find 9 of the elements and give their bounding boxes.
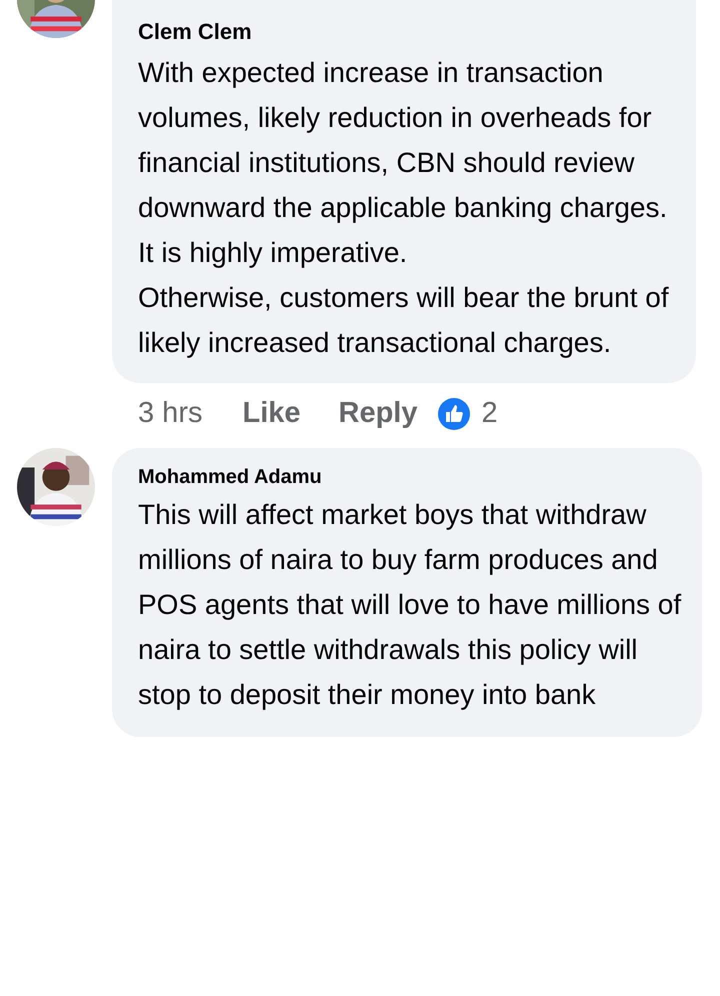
comment-text: This will affect market boys that withdraw millions of naira to buy farm produces and POS agents that will love to have millions of naira to settle withdrawals this policy will stop to deposit their money into bank xyxy=(138,498,682,712)
comment-text: With expected increase in transaction volumes, likely reduction in overheads for financial institutions, CBN should review downward the applicable banking charges. It is highly imperative. Otherwise, customers will bear the brunt of likely increased transactional charges. xyxy=(138,56,670,360)
reply-link[interactable]: Reply xyxy=(338,392,418,436)
author-name[interactable]: Mohammed Adamu xyxy=(138,464,682,490)
like-link[interactable]: Like xyxy=(242,392,301,436)
comment-time: 3 hrs xyxy=(138,396,202,431)
reaction-count: 2 xyxy=(482,396,498,431)
thumbs-up-icon xyxy=(438,398,470,430)
author-name[interactable]: Clem Clem xyxy=(138,18,676,46)
